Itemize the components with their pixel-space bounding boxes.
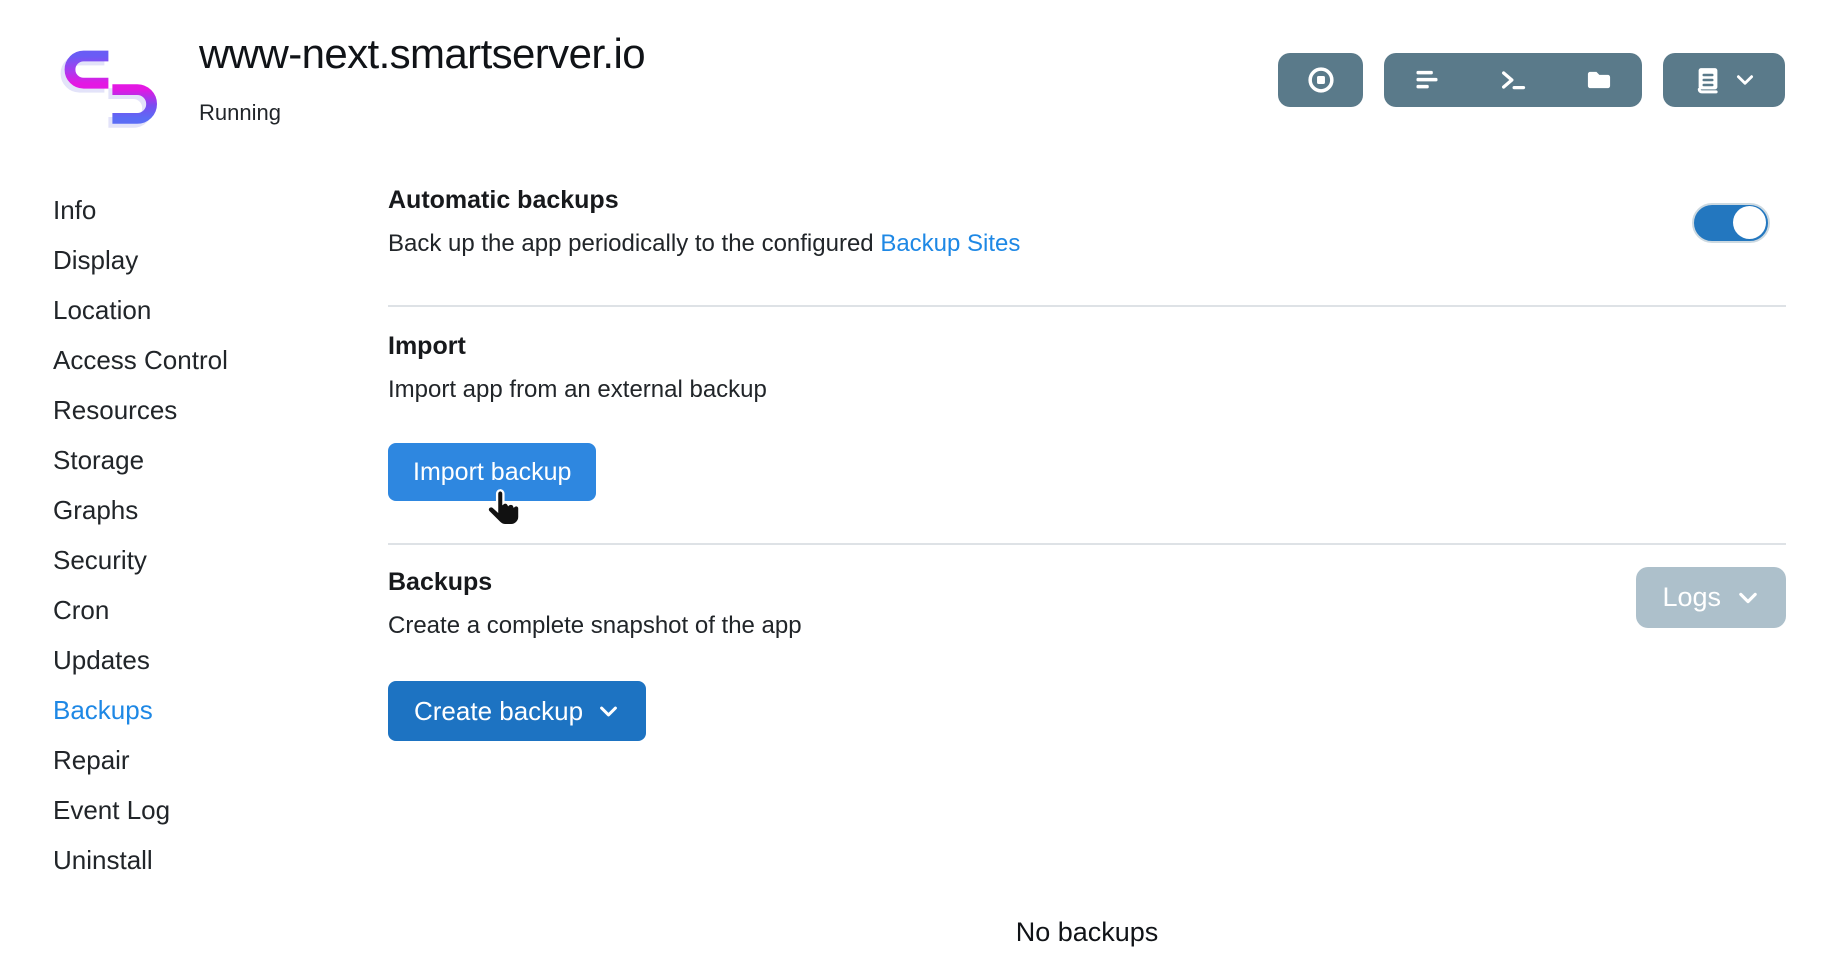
docs-dropdown-button[interactable] (1663, 53, 1785, 107)
automatic-backups-description: Back up the app periodically to the conf… (388, 229, 1020, 259)
toggle-knob (1733, 206, 1766, 239)
backups-description: Create a complete snapshot of the app (388, 611, 802, 641)
header-actions (1278, 53, 1785, 107)
sidebar-item-display[interactable]: Display (53, 235, 388, 285)
sidebar-item-storage[interactable]: Storage (53, 435, 388, 485)
import-heading: Import (388, 331, 1786, 361)
stop-icon (1307, 66, 1335, 94)
automatic-backups-toggle[interactable] (1692, 203, 1770, 243)
app-logo (50, 36, 170, 136)
create-backup-label: Create backup (414, 696, 583, 727)
import-section: Import Import app from an external backu… (388, 307, 1786, 545)
app-logo-icon (50, 36, 170, 136)
sidebar-item-graphs[interactable]: Graphs (53, 485, 388, 535)
automatic-backups-description-text: Back up the app periodically to the conf… (388, 230, 880, 257)
sidebar: Info Display Location Access Control Res… (0, 150, 388, 885)
header-button-group (1384, 53, 1642, 107)
import-backup-button[interactable]: Import backup (388, 443, 596, 501)
sidebar-item-access-control[interactable]: Access Control (53, 335, 388, 385)
chevron-down-icon (1734, 69, 1756, 91)
sidebar-item-event-log[interactable]: Event Log (53, 785, 388, 835)
sidebar-item-cron[interactable]: Cron (53, 585, 388, 635)
app-title-block: www-next.smartserver.io Running (199, 30, 645, 126)
app-settings-page: www-next.smartserver.io Running (0, 0, 1827, 948)
app-header: www-next.smartserver.io Running (0, 0, 1827, 150)
backup-sites-link[interactable]: Backup Sites (880, 230, 1020, 257)
backups-text: Backups Create a complete snapshot of th… (388, 567, 802, 641)
sidebar-item-resources[interactable]: Resources (53, 385, 388, 435)
sidebar-item-location[interactable]: Location (53, 285, 388, 335)
backups-section: Backups Create a complete snapshot of th… (388, 545, 1786, 948)
chevron-down-icon (597, 700, 620, 723)
logs-dropdown-button[interactable]: Logs (1636, 567, 1786, 628)
log-lines-icon (1413, 66, 1441, 94)
backups-heading: Backups (388, 567, 802, 597)
page-title: www-next.smartserver.io (199, 30, 645, 78)
sidebar-item-backups[interactable]: Backups (53, 685, 388, 735)
automatic-backups-section: Automatic backups Back up the app period… (388, 150, 1786, 307)
sidebar-item-info[interactable]: Info (53, 185, 388, 235)
terminal-button[interactable] (1470, 53, 1556, 107)
sidebar-item-uninstall[interactable]: Uninstall (53, 835, 388, 885)
page-body: Info Display Location Access Control Res… (0, 150, 1827, 948)
folder-icon (1585, 66, 1613, 94)
create-backup-button[interactable]: Create backup (388, 681, 646, 741)
stop-app-button[interactable] (1278, 53, 1363, 107)
logs-button-label: Logs (1662, 582, 1721, 613)
automatic-backups-heading: Automatic backups (388, 185, 1020, 215)
logs-button[interactable] (1384, 53, 1470, 107)
book-icon (1693, 65, 1723, 95)
sidebar-item-security[interactable]: Security (53, 535, 388, 585)
empty-state-text: No backups (388, 917, 1786, 948)
terminal-icon (1499, 66, 1527, 94)
automatic-backups-text: Automatic backups Back up the app period… (388, 185, 1020, 259)
app-status: Running (199, 100, 645, 126)
backups-panel: Automatic backups Back up the app period… (388, 150, 1786, 948)
sidebar-item-updates[interactable]: Updates (53, 635, 388, 685)
sidebar-item-repair[interactable]: Repair (53, 735, 388, 785)
file-manager-button[interactable] (1556, 53, 1642, 107)
chevron-down-icon (1736, 586, 1760, 610)
import-description: Import app from an external backup (388, 375, 1786, 405)
